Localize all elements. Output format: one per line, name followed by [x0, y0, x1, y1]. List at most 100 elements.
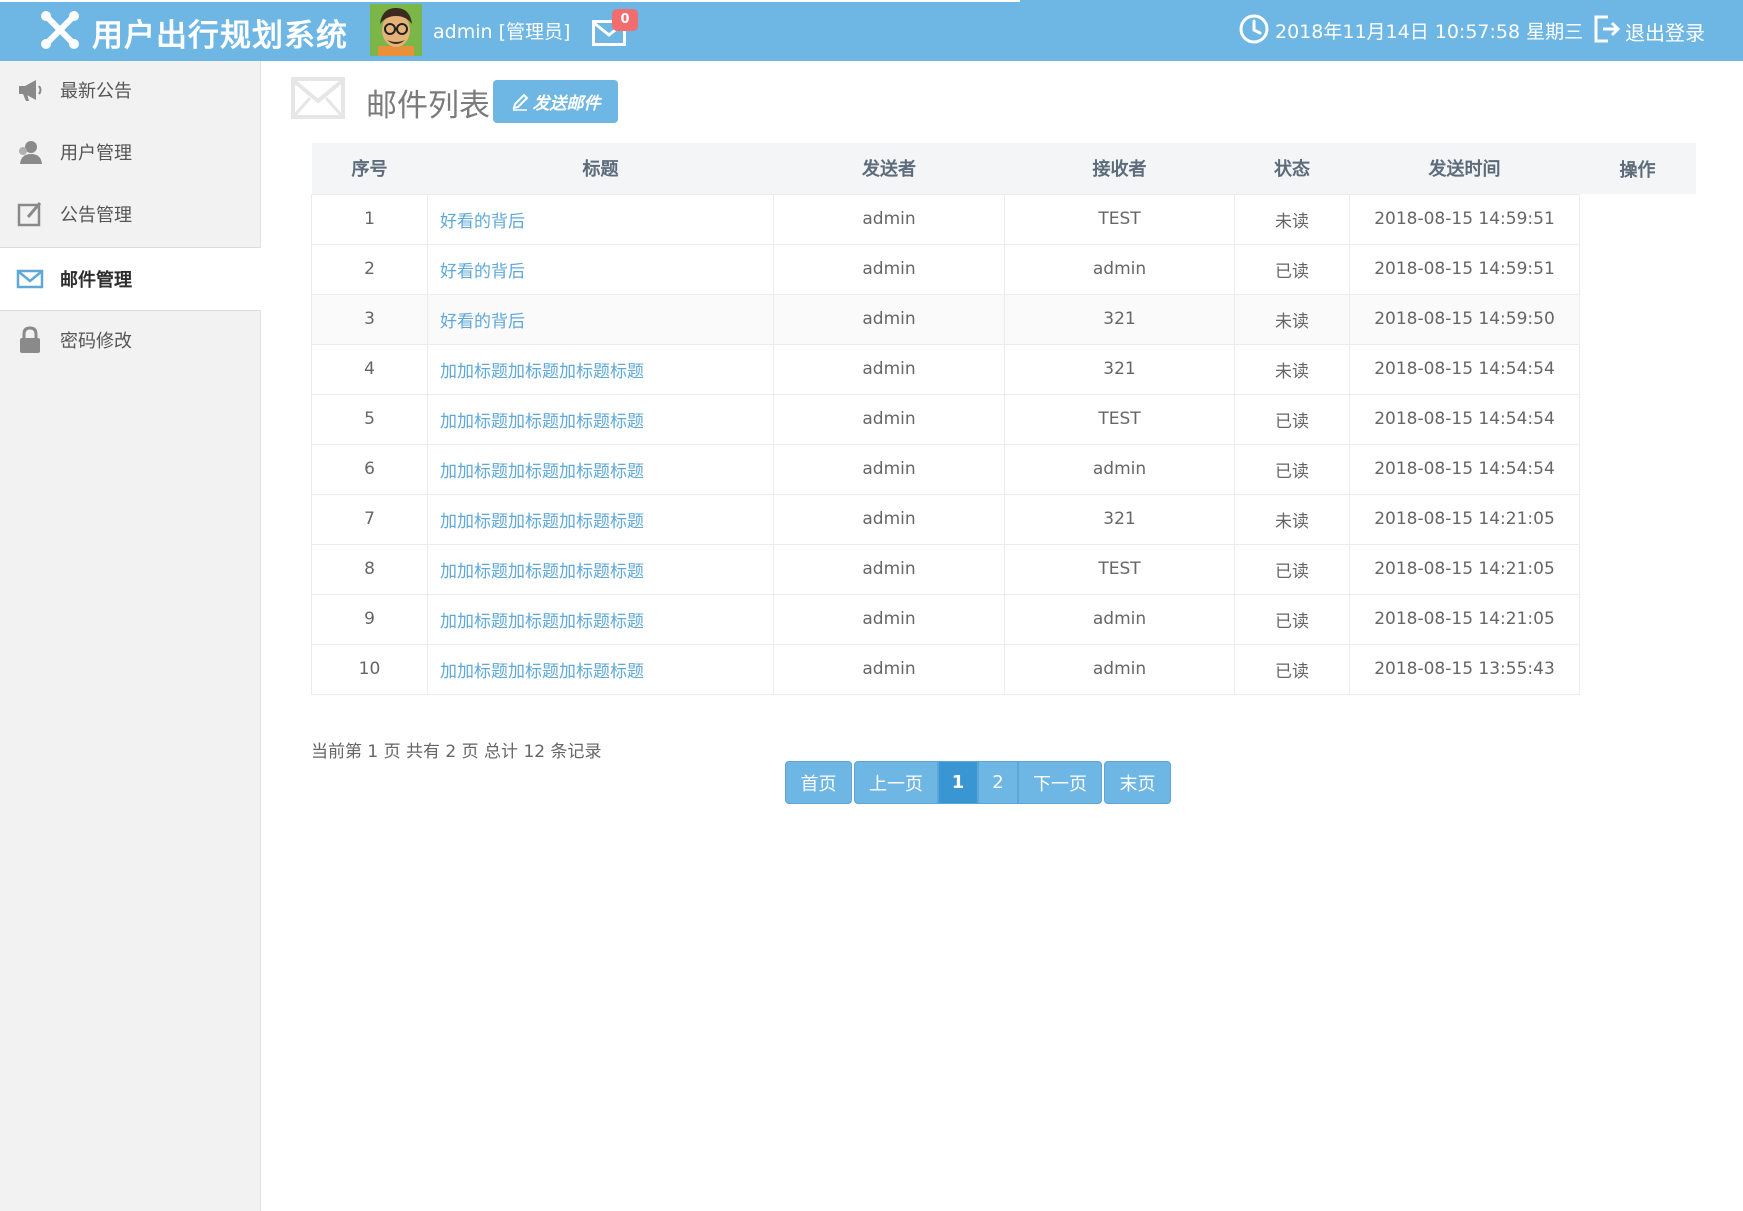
logo-icon: [41, 11, 79, 49]
cell-no: 8: [311, 543, 428, 594]
mail-title-link[interactable]: 加加标题加标题加标题标题: [427, 443, 774, 494]
table-row: 3 好看的背后 admin 321 未读 2018-08-15 14:59:50: [311, 293, 1696, 344]
cell-sender: admin: [773, 343, 1005, 394]
avatar[interactable]: [370, 4, 422, 56]
cell-time: 2018-08-15 13:55:43: [1349, 643, 1580, 695]
pencil-icon: [512, 93, 528, 111]
sidebar-item-announcements[interactable]: 最新公告: [0, 61, 261, 119]
cell-status: 未读: [1234, 193, 1350, 244]
mail-notification[interactable]: 0: [592, 9, 638, 50]
cell-receiver: admin: [1004, 443, 1235, 494]
cell-action: [1579, 294, 1696, 344]
cell-action: [1579, 244, 1696, 294]
cell-sender: admin: [773, 393, 1005, 444]
mail-title-link[interactable]: 好看的背后: [427, 193, 774, 244]
table-row: 10 加加标题加标题加标题标题 admin admin 已读 2018-08-15 13:…: [311, 643, 1696, 695]
table-header-row: 序号 标题 发送者 接收者 状态 发送时间 操作: [311, 143, 1696, 194]
logout-icon[interactable]: [1592, 13, 1622, 45]
cell-time: 2018-08-15 14:59:51: [1349, 193, 1580, 244]
table-row: 4 加加标题加标题加标题标题 admin 321 未读 2018-08-15 14:54:…: [311, 343, 1696, 394]
next-page-button[interactable]: 下一页: [1018, 761, 1102, 804]
cell-receiver: 321: [1004, 493, 1235, 544]
mail-count-badge: 0: [612, 9, 638, 31]
cell-no: 9: [311, 593, 428, 644]
mail-title-link[interactable]: 加加标题加标题加标题标题: [427, 643, 774, 695]
send-mail-label: 发送邮件: [532, 94, 601, 114]
cell-sender: admin: [773, 643, 1005, 695]
mail-title-link[interactable]: 加加标题加标题加标题标题: [427, 493, 774, 544]
cell-action: [1579, 444, 1696, 494]
cell-receiver: TEST: [1004, 393, 1235, 444]
page-title: 邮件列表: [366, 88, 490, 124]
cell-action: [1579, 594, 1696, 644]
first-page-button[interactable]: 首页: [785, 761, 852, 804]
table-row: 9 加加标题加标题加标题标题 admin admin 已读 2018-08-15 14:2…: [311, 593, 1696, 644]
table-row: 1 好看的背后 admin TEST 未读 2018-08-15 14:59:51: [311, 193, 1696, 244]
col-header-sender: 发送者: [773, 143, 1005, 194]
sidebar: 最新公告 用户管理 公告管理 邮件管理 密码修改: [0, 61, 261, 1211]
cell-time: 2018-08-15 14:54:54: [1349, 343, 1580, 394]
cell-no: 7: [311, 493, 428, 544]
sidebar-item-notice-manage[interactable]: 公告管理: [0, 185, 261, 243]
col-header-no: 序号: [311, 143, 428, 194]
current-datetime: 2018年11月14日 10:57:58 星期三: [1275, 21, 1584, 43]
edit-icon: [17, 202, 42, 227]
cell-status: 未读: [1234, 343, 1350, 394]
cell-action: [1579, 344, 1696, 394]
cell-status: 已读: [1234, 543, 1350, 594]
cell-time: 2018-08-15 14:21:05: [1349, 593, 1580, 644]
page-button-2[interactable]: 2: [978, 761, 1018, 804]
cell-status: 已读: [1234, 393, 1350, 444]
sidebar-item-users[interactable]: 用户管理: [0, 123, 261, 181]
mail-title-link[interactable]: 加加标题加标题加标题标题: [427, 393, 774, 444]
col-header-receiver: 接收者: [1004, 143, 1235, 194]
cell-no: 1: [311, 193, 428, 244]
pagination-info: 当前第 1 页 共有 2 页 总计 12 条记录: [311, 742, 602, 762]
username: admin [管理员]: [433, 21, 571, 43]
logout-button[interactable]: 退出登录: [1625, 17, 1705, 46]
avatar-face-icon: [370, 4, 422, 56]
table-row: 2 好看的背后 admin admin 已读 2018-08-15 14:59:51: [311, 243, 1696, 294]
cell-time: 2018-08-15 14:59:51: [1349, 243, 1580, 294]
mail-table: 序号 标题 发送者 接收者 状态 发送时间 操作 1 好看的背后 admin TEST…: [311, 143, 1696, 695]
cell-status: 未读: [1234, 293, 1350, 344]
cell-receiver: 321: [1004, 293, 1235, 344]
mail-title-link[interactable]: 加加标题加标题加标题标题: [427, 343, 774, 394]
send-mail-button[interactable]: 发送邮件: [493, 80, 618, 123]
cell-time: 2018-08-15 14:54:54: [1349, 443, 1580, 494]
sidebar-item-password[interactable]: 密码修改: [0, 311, 261, 369]
sidebar-item-label: 公告管理: [60, 205, 132, 226]
cell-action: [1579, 394, 1696, 444]
cell-receiver: admin: [1004, 243, 1235, 294]
lock-icon: [20, 326, 40, 353]
mail-title-link[interactable]: 好看的背后: [427, 243, 774, 294]
mail-title-link[interactable]: 好看的背后: [427, 293, 774, 344]
mail-title-link[interactable]: 加加标题加标题加标题标题: [427, 593, 774, 644]
cell-action: [1579, 644, 1696, 694]
cell-sender: admin: [773, 593, 1005, 644]
cell-action: [1579, 494, 1696, 544]
cell-action: [1579, 544, 1696, 594]
col-header-action: 操作: [1579, 143, 1696, 194]
cell-no: 5: [311, 393, 428, 444]
sidebar-item-label: 邮件管理: [60, 270, 132, 291]
cell-sender: admin: [773, 243, 1005, 294]
last-page-button[interactable]: 末页: [1104, 761, 1171, 804]
sidebar-item-mail-manage[interactable]: 邮件管理: [0, 247, 261, 311]
prev-page-button[interactable]: 上一页: [854, 761, 938, 804]
cell-status: 已读: [1234, 643, 1350, 695]
cell-no: 3: [311, 293, 428, 344]
col-header-status: 状态: [1234, 143, 1350, 194]
cell-receiver: admin: [1004, 593, 1235, 644]
mail-table-body: 1 好看的背后 admin TEST 未读 2018-08-15 14:59:51 2 好看的…: [311, 193, 1696, 695]
cell-sender: admin: [773, 543, 1005, 594]
pagination: 首页 上一页 1 2 下一页 末页: [785, 761, 1171, 804]
clock-icon: [1239, 14, 1269, 44]
table-row: 8 加加标题加标题加标题标题 admin TEST 已读 2018-08-15 14:21…: [311, 543, 1696, 594]
cell-time: 2018-08-15 14:21:05: [1349, 543, 1580, 594]
page-button-1[interactable]: 1: [938, 761, 978, 804]
cell-status: 未读: [1234, 493, 1350, 544]
mail-title-link[interactable]: 加加标题加标题加标题标题: [427, 543, 774, 594]
cell-no: 6: [311, 443, 428, 494]
cell-sender: admin: [773, 443, 1005, 494]
